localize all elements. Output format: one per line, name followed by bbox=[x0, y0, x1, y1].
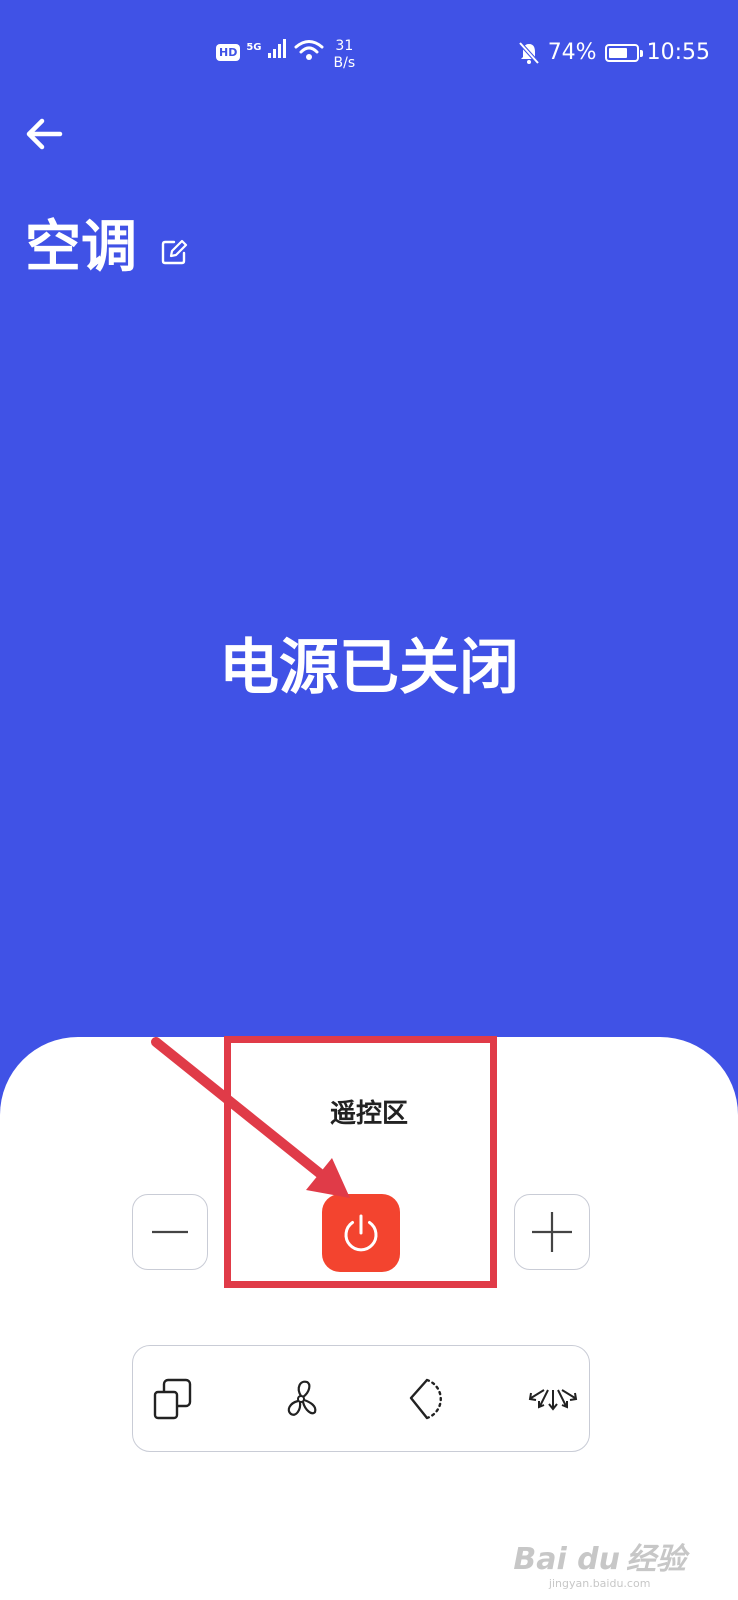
power-button[interactable] bbox=[322, 1194, 400, 1272]
battery-percent: 74% bbox=[547, 40, 597, 65]
swing-button[interactable] bbox=[393, 1364, 463, 1434]
temperature-down-button[interactable] bbox=[132, 1194, 208, 1270]
net-speed-unit: B/s bbox=[333, 55, 356, 71]
wifi-icon bbox=[294, 40, 324, 60]
system-indicators: 74% 10:55 bbox=[518, 40, 710, 65]
remote-area-title: 遥控区 bbox=[329, 1099, 408, 1129]
watermark-brand: Bai du bbox=[513, 1542, 620, 1577]
battery-icon bbox=[604, 43, 643, 62]
plus-icon bbox=[532, 1212, 572, 1252]
mode-button[interactable] bbox=[138, 1364, 208, 1434]
edit-name-button[interactable] bbox=[160, 238, 188, 266]
5g-label: 5G bbox=[246, 42, 262, 53]
power-icon bbox=[344, 1214, 378, 1252]
network-speed: 31 B/s bbox=[334, 38, 356, 72]
clock: 10:55 bbox=[646, 40, 710, 65]
function-bar bbox=[132, 1345, 590, 1452]
network-indicators: HD 5G 31 B/s bbox=[216, 38, 355, 72]
fan-icon bbox=[287, 1380, 317, 1416]
status-bar: HD 5G 31 B/s 74% 10:55 bbox=[0, 0, 738, 110]
net-speed-value: 31 bbox=[335, 38, 354, 54]
power-status-text: 电源已关闭 bbox=[219, 633, 519, 703]
minus-icon bbox=[152, 1230, 188, 1234]
signal-bars-icon bbox=[267, 39, 286, 58]
bell-muted-icon bbox=[518, 41, 540, 64]
mode-icon bbox=[153, 1378, 192, 1420]
device-title: 空调 bbox=[25, 215, 137, 280]
temperature-up-button[interactable] bbox=[514, 1194, 590, 1270]
watermark-url: jingyan.baidu.com bbox=[548, 1577, 651, 1590]
back-button[interactable] bbox=[22, 112, 66, 156]
hd-badge: HD bbox=[216, 44, 241, 61]
swing-icon bbox=[409, 1378, 442, 1420]
edit-icon bbox=[161, 239, 188, 265]
airflow-direction-button[interactable] bbox=[518, 1364, 588, 1434]
arrow-left-icon bbox=[26, 118, 63, 150]
watermark-cn: 经验 bbox=[626, 1542, 686, 1577]
watermark: Bai du 经验 jingyan.baidu.com bbox=[513, 1542, 686, 1591]
airflow-direction-icon bbox=[528, 1389, 578, 1411]
fan-speed-button[interactable] bbox=[266, 1364, 336, 1434]
battery-fill bbox=[608, 47, 627, 58]
